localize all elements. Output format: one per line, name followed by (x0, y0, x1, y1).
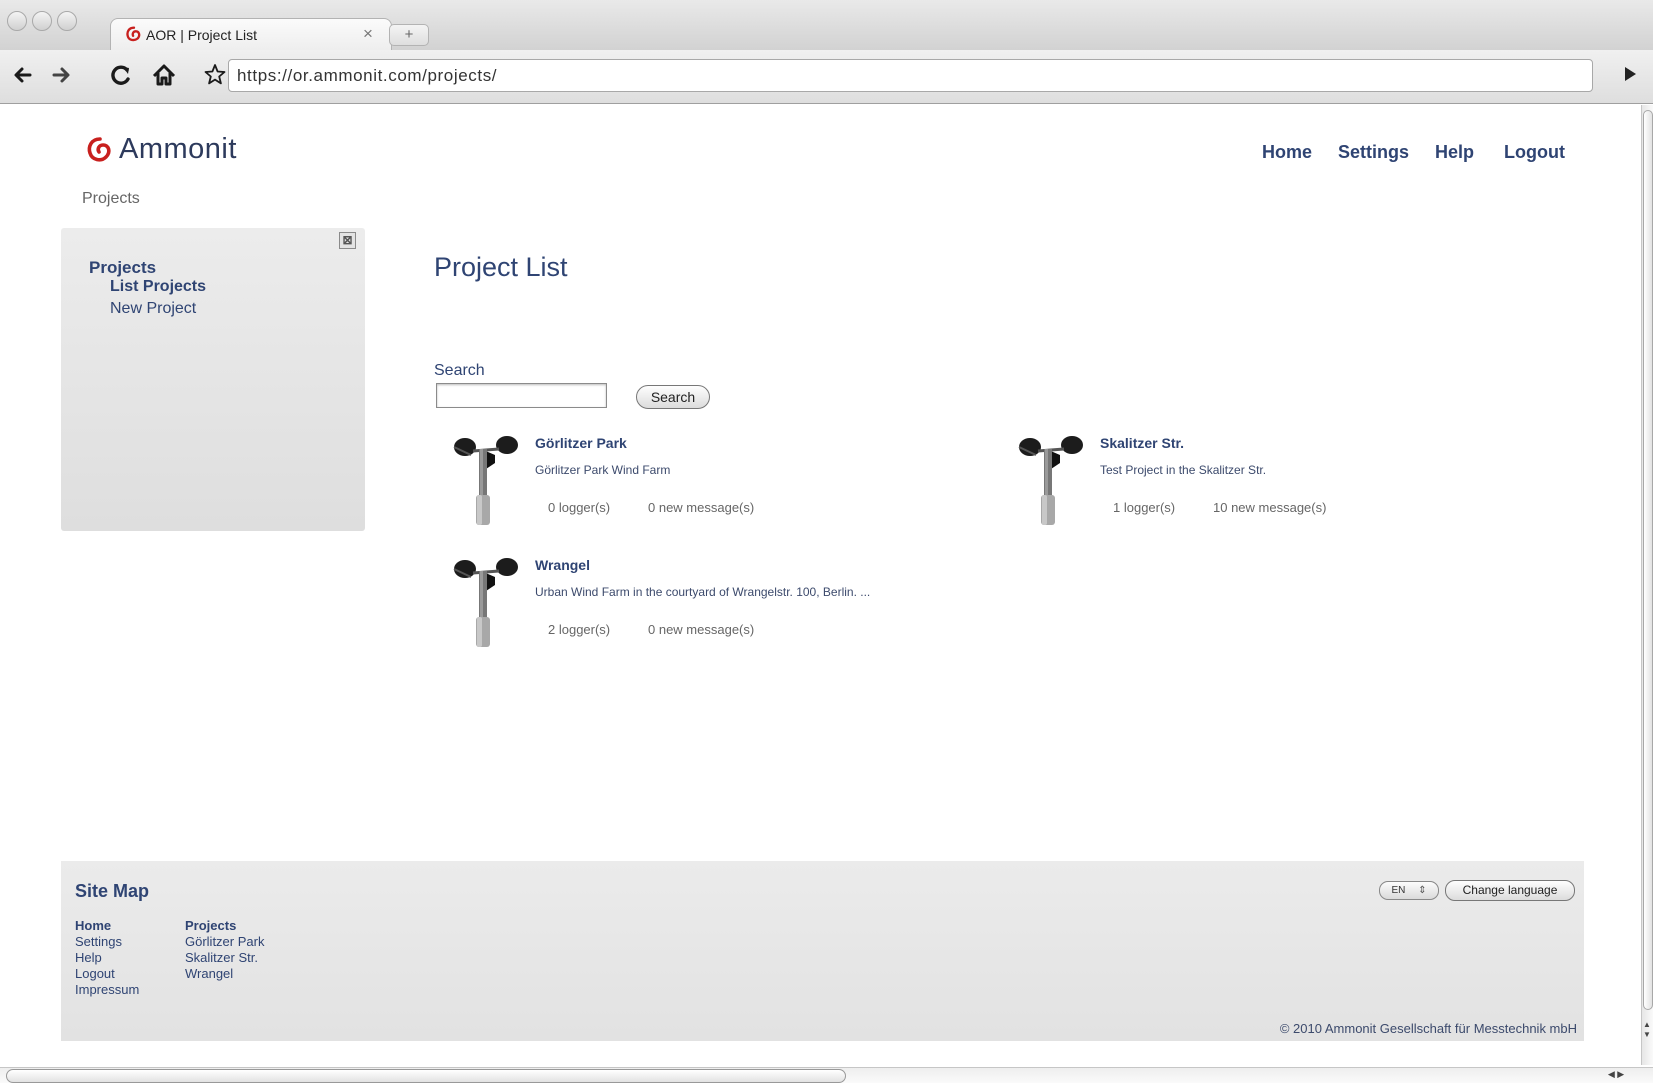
site-map-help-link[interactable]: Help (75, 950, 139, 966)
project-item: Skalitzer Str. Test Project in the Skali… (1016, 433, 1516, 543)
vertical-scroll-arrows-icon[interactable]: ▲ ▼ (1641, 1020, 1653, 1050)
change-language-button[interactable]: Change language (1445, 880, 1575, 901)
search-label: Search (434, 362, 485, 379)
nav-logout-link[interactable]: Logout (1504, 142, 1565, 163)
project-description: Test Project in the Skalitzer Str. (1100, 463, 1267, 477)
horizontal-scroll-arrows-icon[interactable]: ◀ ▶ (1593, 1069, 1639, 1082)
project-name-link[interactable]: Görlitzer Park (535, 435, 627, 451)
zoom-window-button[interactable] (57, 11, 77, 31)
language-select-value: EN (1391, 885, 1406, 896)
tab-title: AOR | Project List (146, 27, 258, 43)
ammonit-favicon-icon (126, 26, 141, 42)
site-map-projects-link[interactable]: Projects (185, 918, 264, 934)
home-icon[interactable] (150, 59, 178, 91)
sidebar-item-list-projects[interactable]: List Projects (110, 278, 206, 296)
sidebar-close-icon[interactable]: ⊠ (339, 232, 356, 249)
address-bar[interactable]: https://or.ammonit.com/projects/ (228, 59, 1593, 92)
close-window-button[interactable] (7, 11, 27, 31)
project-loggers-count[interactable]: 0 logger(s) (548, 500, 610, 515)
site-map-settings-link[interactable]: Settings (75, 934, 139, 950)
nav-home-link[interactable]: Home (1262, 142, 1312, 163)
project-item: Wrangel Urban Wind Farm in the courtyard… (451, 555, 951, 665)
language-select[interactable]: EN ⇕ (1379, 881, 1439, 900)
horizontal-scrollbar-thumb[interactable] (6, 1069, 846, 1083)
site-map-home-link[interactable]: Home (75, 918, 139, 934)
back-arrow-icon[interactable] (10, 59, 36, 91)
footer: Site Map Home Settings Help Logout Impre… (61, 861, 1584, 1041)
page-menu-arrow-icon[interactable] (1625, 67, 1636, 81)
project-messages-count[interactable]: 10 new message(s) (1213, 500, 1326, 515)
browser-tab-active[interactable]: AOR | Project List × (110, 18, 392, 50)
project-description: Urban Wind Farm in the courtyard of Wran… (535, 585, 871, 599)
select-updown-icon: ⇕ (1418, 885, 1427, 896)
project-messages-count[interactable]: 0 new message(s) (648, 500, 754, 515)
project-name-link[interactable]: Wrangel (535, 557, 590, 573)
copyright-text: © 2010 Ammonit Gesellschaft für Messtech… (1279, 1021, 1577, 1036)
sidebar-item-new-project[interactable]: New Project (110, 300, 196, 318)
breadcrumb: Projects (82, 190, 140, 207)
anemometer-icon[interactable] (451, 433, 521, 528)
site-map-project-link[interactable]: Wrangel (185, 966, 264, 982)
search-input[interactable] (436, 383, 607, 408)
anemometer-icon[interactable] (1016, 433, 1086, 528)
logo-text: Ammonit (119, 133, 237, 165)
site-map-column-main: Home Settings Help Logout Impressum (75, 918, 139, 998)
tab-close-icon[interactable]: × (363, 24, 373, 44)
project-description: Görlitzer Park Wind Farm (535, 463, 671, 477)
sidebar-heading-projects[interactable]: Projects (89, 258, 156, 278)
site-map-project-link[interactable]: Skalitzer Str. (185, 950, 264, 966)
site-map-title: Site Map (75, 881, 150, 901)
minimize-window-button[interactable] (32, 11, 52, 31)
forward-arrow-icon[interactable] (48, 59, 74, 91)
ammonit-spiral-icon (87, 137, 111, 162)
project-name-link[interactable]: Skalitzer Str. (1100, 435, 1184, 451)
project-messages-count[interactable]: 0 new message(s) (648, 622, 754, 637)
site-map-logout-link[interactable]: Logout (75, 966, 139, 982)
project-item: Görlitzer Park Görlitzer Park Wind Farm … (451, 433, 951, 543)
reload-icon[interactable] (108, 59, 134, 91)
vertical-scrollbar-thumb[interactable] (1643, 110, 1653, 1010)
site-map-column-projects: Projects Görlitzer Park Skalitzer Str. W… (185, 918, 264, 982)
site-map-project-link[interactable]: Görlitzer Park (185, 934, 264, 950)
site-map-impressum-link[interactable]: Impressum (75, 982, 139, 998)
project-loggers-count[interactable]: 1 logger(s) (1113, 500, 1175, 515)
nav-settings-link[interactable]: Settings (1338, 142, 1409, 163)
bookmark-star-icon[interactable] (203, 59, 227, 91)
browser-toolbar: https://or.ammonit.com/projects/ (0, 50, 1653, 104)
search-button[interactable]: Search (636, 385, 710, 409)
new-tab-button[interactable]: + (389, 24, 429, 46)
anemometer-icon[interactable] (451, 555, 521, 650)
sidebar: ⊠ Projects List Projects New Project (61, 228, 365, 531)
browser-titlebar: AOR | Project List × + (0, 0, 1653, 50)
nav-help-link[interactable]: Help (1435, 142, 1474, 163)
project-loggers-count[interactable]: 2 logger(s) (548, 622, 610, 637)
url-text: https://or.ammonit.com/projects/ (237, 66, 498, 85)
page-title: Project List (434, 252, 568, 282)
